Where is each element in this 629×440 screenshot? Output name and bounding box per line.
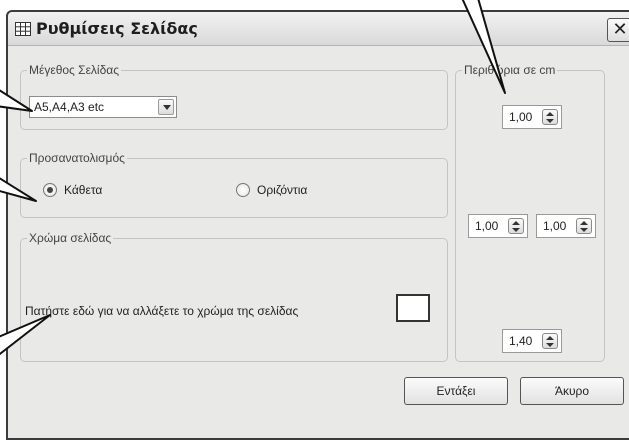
spinner-arrows-icon[interactable] (542, 109, 558, 125)
orientation-group: Προσανατολισμός Κάθετα Οριζόντια (20, 151, 448, 218)
ok-button[interactable]: Εντάξει (404, 377, 508, 405)
page-color-swatch[interactable] (396, 294, 430, 322)
margin-bottom-spinner[interactable]: 1,40 (502, 329, 562, 353)
page-size-value: A5,A4,A3 etc (34, 100, 105, 114)
chevron-down-icon[interactable] (158, 99, 174, 115)
margins-group: Περιθώρια σε cm 1,00 1,00 1,00 1,40 (455, 63, 605, 362)
radio-landscape-label: Οριζόντια (257, 183, 308, 197)
spinner-arrows-icon[interactable] (542, 333, 558, 349)
radio-portrait-button[interactable] (43, 183, 57, 197)
ok-button-label: Εντάξει (436, 384, 476, 398)
margin-left-value: 1,00 (475, 219, 499, 233)
page-size-select[interactable]: A5,A4,A3 etc (29, 96, 177, 118)
orientation-legend: Προσανατολισμός (27, 151, 127, 165)
page-color-group: Χρώμα σελίδας Πατήστε εδώ για να αλλάξετ… (20, 231, 448, 362)
page-settings-dialog: Ρυθμίσεις Σελίδας ✕ Μέγεθος Σελίδας A5,A… (6, 10, 629, 440)
close-button[interactable]: ✕ (607, 18, 629, 42)
dialog-title: Ρυθμίσεις Σελίδας (36, 19, 198, 38)
radio-portrait-label: Κάθετα (64, 183, 103, 197)
page-size-group: Μέγεθος Σελίδας A5,A4,A3 etc (20, 63, 448, 130)
margin-right-value: 1,00 (543, 219, 567, 233)
cancel-button[interactable]: Άκυρο (520, 377, 624, 405)
margin-left-spinner[interactable]: 1,00 (468, 214, 528, 238)
page-color-instruction[interactable]: Πατήστε εδώ για να αλλάξετε το χρώμα της… (25, 304, 298, 318)
spinner-arrows-icon[interactable] (508, 218, 524, 234)
radio-landscape-button[interactable] (236, 183, 250, 197)
margin-right-spinner[interactable]: 1,00 (536, 214, 596, 238)
margin-top-value: 1,00 (509, 110, 533, 124)
cancel-button-label: Άκυρο (554, 384, 590, 398)
title-bar[interactable]: Ρυθμίσεις Σελίδας ✕ (8, 12, 629, 46)
page-color-legend: Χρώμα σελίδας (27, 231, 114, 245)
spinner-arrows-icon[interactable] (576, 218, 592, 234)
grid-icon (15, 22, 31, 36)
margins-legend: Περιθώρια σε cm (462, 63, 558, 77)
margin-top-spinner[interactable]: 1,00 (502, 105, 562, 129)
page-size-legend: Μέγεθος Σελίδας (27, 63, 121, 77)
margin-bottom-value: 1,40 (509, 334, 533, 348)
close-icon: ✕ (612, 19, 628, 40)
